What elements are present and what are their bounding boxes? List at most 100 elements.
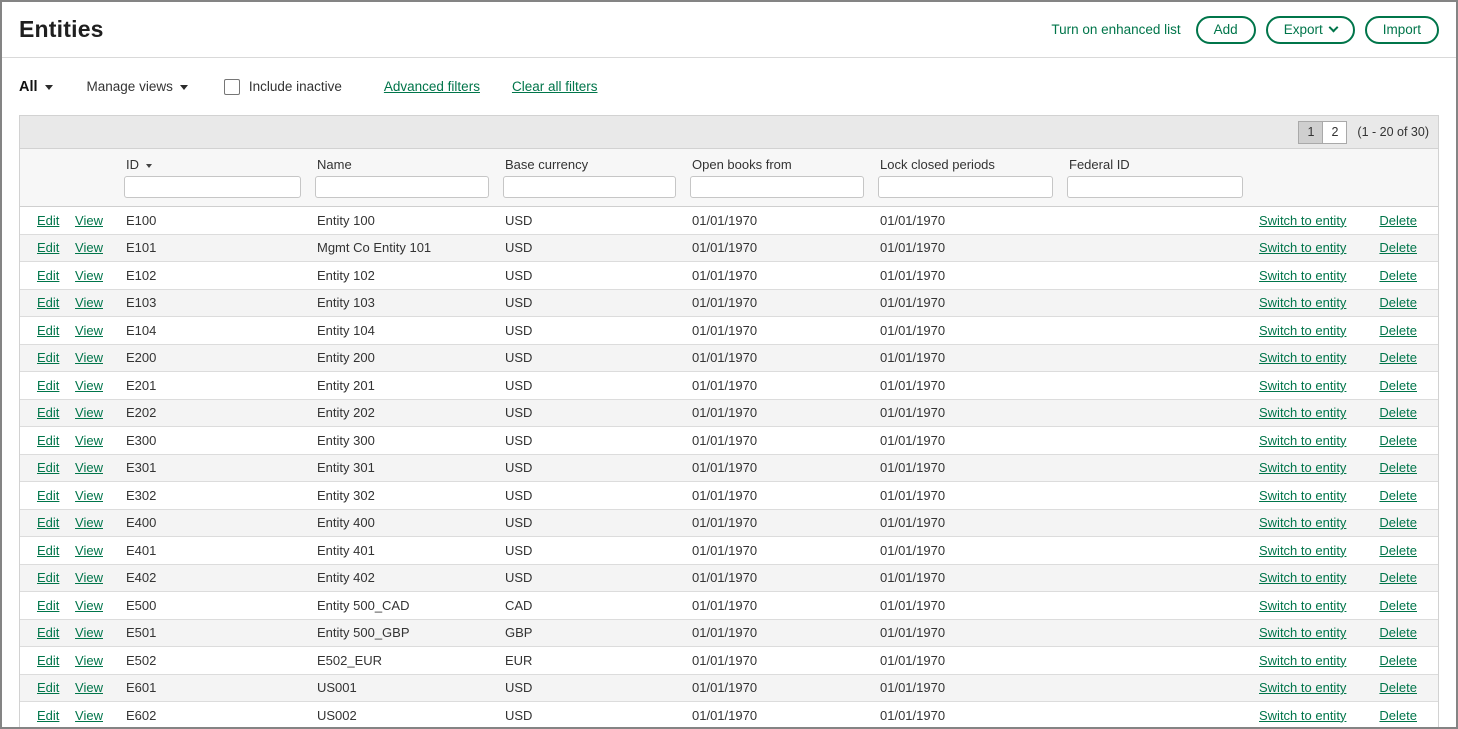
base-currency-filter-input[interactable] [503,176,676,198]
view-link[interactable]: View [75,543,103,558]
switch-to-entity-link[interactable]: Switch to entity [1259,515,1346,530]
include-inactive-checkbox[interactable] [224,79,240,95]
delete-link[interactable]: Delete [1379,625,1417,640]
switch-to-entity-link[interactable]: Switch to entity [1259,598,1346,613]
edit-link[interactable]: Edit [37,570,59,585]
edit-link[interactable]: Edit [37,653,59,668]
delete-link[interactable]: Delete [1379,405,1417,420]
edit-link[interactable]: Edit [37,433,59,448]
delete-link[interactable]: Delete [1379,350,1417,365]
view-link[interactable]: View [75,598,103,613]
delete-link[interactable]: Delete [1379,570,1417,585]
include-inactive-toggle[interactable]: Include inactive [224,79,342,95]
page-button-1[interactable]: 1 [1298,121,1323,144]
delete-link[interactable]: Delete [1379,323,1417,338]
edit-link[interactable]: Edit [37,625,59,640]
page-button-2[interactable]: 2 [1322,121,1347,144]
view-link[interactable]: View [75,378,103,393]
edit-link[interactable]: Edit [37,323,59,338]
edit-link[interactable]: Edit [37,295,59,310]
column-header-federal-id[interactable]: Federal ID [1067,149,1257,173]
switch-to-entity-link[interactable]: Switch to entity [1259,460,1346,475]
switch-to-entity-link[interactable]: Switch to entity [1259,240,1346,255]
delete-link[interactable]: Delete [1379,680,1417,695]
lock-closed-periods-filter-input[interactable] [878,176,1053,198]
delete-link[interactable]: Delete [1379,460,1417,475]
edit-link[interactable]: Edit [37,268,59,283]
import-button[interactable]: Import [1365,16,1439,44]
view-link[interactable]: View [75,323,103,338]
view-link[interactable]: View [75,350,103,365]
manage-views-dropdown[interactable]: Manage views [87,79,188,94]
delete-link[interactable]: Delete [1379,268,1417,283]
view-link[interactable]: View [75,625,103,640]
switch-to-entity-link[interactable]: Switch to entity [1259,268,1346,283]
edit-link[interactable]: Edit [37,488,59,503]
switch-to-entity-link[interactable]: Switch to entity [1259,295,1346,310]
edit-link[interactable]: Edit [37,405,59,420]
federal-id-filter-input[interactable] [1067,176,1243,198]
edit-link[interactable]: Edit [37,350,59,365]
edit-link[interactable]: Edit [37,543,59,558]
view-link[interactable]: View [75,268,103,283]
column-header-lock-closed-periods[interactable]: Lock closed periods [878,149,1067,173]
view-link[interactable]: View [75,433,103,448]
view-link[interactable]: View [75,460,103,475]
delete-link[interactable]: Delete [1379,378,1417,393]
view-link[interactable]: View [75,515,103,530]
view-selector-dropdown[interactable]: All [19,79,53,95]
view-link[interactable]: View [75,240,103,255]
view-link[interactable]: View [75,295,103,310]
switch-to-entity-link[interactable]: Switch to entity [1259,543,1346,558]
view-link[interactable]: View [75,680,103,695]
view-link[interactable]: View [75,653,103,668]
view-link[interactable]: View [75,708,103,723]
switch-to-entity-link[interactable]: Switch to entity [1259,323,1346,338]
delete-link[interactable]: Delete [1379,295,1417,310]
enhanced-list-link[interactable]: Turn on enhanced list [1051,22,1180,37]
view-link[interactable]: View [75,213,103,228]
id-filter-input[interactable] [124,176,301,198]
name-filter-input[interactable] [315,176,489,198]
switch-to-entity-link[interactable]: Switch to entity [1259,350,1346,365]
column-header-id[interactable]: ID [124,149,315,173]
view-link[interactable]: View [75,488,103,503]
add-button[interactable]: Add [1196,16,1256,44]
switch-to-entity-link[interactable]: Switch to entity [1259,378,1346,393]
column-header-base-currency[interactable]: Base currency [503,149,690,173]
edit-link[interactable]: Edit [37,515,59,530]
switch-to-entity-link[interactable]: Switch to entity [1259,708,1346,723]
switch-to-entity-link[interactable]: Switch to entity [1259,433,1346,448]
open-books-from-filter-input[interactable] [690,176,864,198]
delete-link[interactable]: Delete [1379,240,1417,255]
edit-link[interactable]: Edit [37,240,59,255]
delete-link[interactable]: Delete [1379,488,1417,503]
clear-all-filters-link[interactable]: Clear all filters [512,79,598,94]
delete-link[interactable]: Delete [1379,515,1417,530]
edit-link[interactable]: Edit [37,213,59,228]
delete-link[interactable]: Delete [1379,708,1417,723]
edit-link[interactable]: Edit [37,708,59,723]
view-link[interactable]: View [75,570,103,585]
switch-to-entity-link[interactable]: Switch to entity [1259,680,1346,695]
switch-to-entity-link[interactable]: Switch to entity [1259,405,1346,420]
switch-to-entity-link[interactable]: Switch to entity [1259,653,1346,668]
delete-link[interactable]: Delete [1379,213,1417,228]
column-header-name[interactable]: Name [315,149,503,173]
edit-link[interactable]: Edit [37,598,59,613]
export-button[interactable]: Export [1266,16,1355,44]
edit-link[interactable]: Edit [37,680,59,695]
edit-link[interactable]: Edit [37,460,59,475]
delete-link[interactable]: Delete [1379,543,1417,558]
delete-link[interactable]: Delete [1379,598,1417,613]
column-header-open-books-from[interactable]: Open books from [690,149,878,173]
switch-to-entity-link[interactable]: Switch to entity [1259,488,1346,503]
switch-to-entity-link[interactable]: Switch to entity [1259,570,1346,585]
view-link[interactable]: View [75,405,103,420]
edit-link[interactable]: Edit [37,378,59,393]
delete-link[interactable]: Delete [1379,433,1417,448]
switch-to-entity-link[interactable]: Switch to entity [1259,625,1346,640]
delete-link[interactable]: Delete [1379,653,1417,668]
switch-to-entity-link[interactable]: Switch to entity [1259,213,1346,228]
advanced-filters-link[interactable]: Advanced filters [384,79,480,94]
